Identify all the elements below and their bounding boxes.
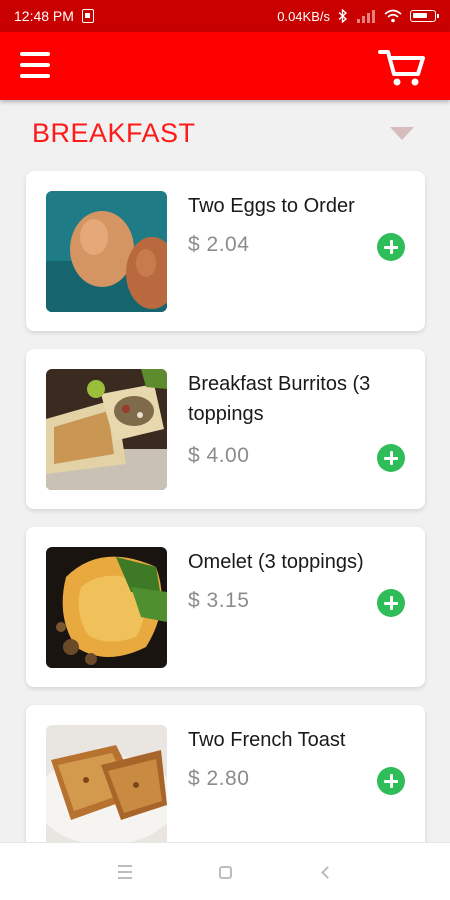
menu-item-list: Two Eggs to Order $ 2.04 Breakfast Burri…: [26, 171, 425, 883]
sim-card-icon: [81, 9, 94, 23]
category-label: BREAKFAST: [32, 117, 196, 148]
shopping-cart-icon[interactable]: [378, 48, 426, 88]
back-button[interactable]: [310, 857, 340, 887]
wifi-icon: [384, 9, 402, 23]
dropdown-arrow-icon[interactable]: [390, 126, 414, 140]
item-name: Breakfast Burritos (3 toppings: [188, 373, 371, 425]
status-bar: 12:48 PM 0.04KB/s: [0, 0, 450, 32]
omelet-photo: [46, 547, 167, 668]
back-icon: [320, 865, 334, 879]
menu-item-card[interactable]: Omelet (3 toppings) $ 3.15: [26, 527, 425, 687]
system-nav-bar: [0, 842, 450, 900]
menu-item-card[interactable]: Breakfast Burritos (3 toppings $ 4.00: [26, 349, 425, 509]
add-to-cart-icon[interactable]: [377, 589, 405, 617]
item-name: Two French Toast: [188, 729, 346, 751]
item-name: Two Eggs to Order: [188, 195, 355, 217]
home-button[interactable]: [210, 857, 240, 887]
french-toast-photo: [46, 725, 167, 846]
item-price: $ 2.80: [188, 767, 250, 790]
item-price: $ 4.00: [188, 444, 250, 467]
add-to-cart-icon[interactable]: [377, 233, 405, 261]
add-to-cart-icon[interactable]: [377, 444, 405, 472]
network-speed: 0.04KB/s: [277, 8, 330, 24]
eggs-photo: [46, 191, 167, 312]
recent-apps-icon[interactable]: [110, 857, 140, 887]
home-icon: [218, 865, 232, 879]
item-name: Omelet (3 toppings): [188, 551, 364, 573]
screen: 12:48 PM 0.04KB/s BREAKFAST Two Eggs to …: [0, 0, 450, 900]
menu-item-card[interactable]: Two French Toast $ 2.80: [26, 705, 425, 865]
signal-icon: [357, 10, 375, 23]
menu-item-card[interactable]: Two Eggs to Order $ 2.04: [26, 171, 425, 331]
battery-icon: [410, 10, 439, 22]
status-time: 12:48 PM: [14, 8, 74, 24]
status-left: 12:48 PM: [14, 8, 94, 24]
category-dropdown[interactable]: BREAKFAST: [0, 100, 450, 166]
item-price: $ 3.15: [188, 589, 250, 612]
bluetooth-icon: [338, 9, 348, 23]
app-bar: [0, 32, 450, 100]
item-price: $ 2.04: [188, 233, 250, 256]
burrito-photo: [46, 369, 167, 490]
hamburger-menu-icon[interactable]: [20, 52, 52, 80]
status-right: 0.04KB/s: [277, 8, 439, 24]
add-to-cart-icon[interactable]: [377, 767, 405, 795]
